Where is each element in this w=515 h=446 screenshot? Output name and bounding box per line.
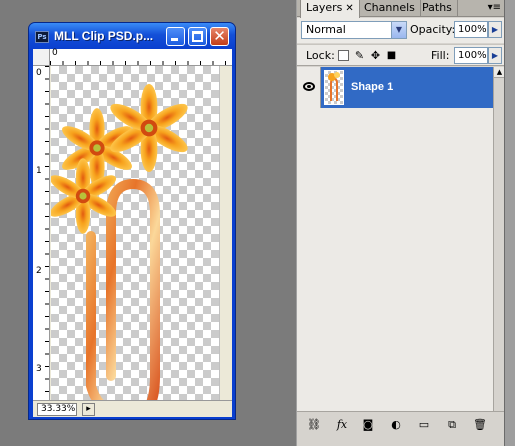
layer-style-icon[interactable]: fx (333, 418, 351, 432)
document-titlebar[interactable]: Ps MLL Clip PSD.p... ✕ (29, 23, 235, 49)
layers-list: Shape 1 (297, 67, 493, 411)
minimize-button[interactable] (166, 27, 185, 46)
eye-icon (303, 82, 315, 91)
tab-layers[interactable]: Layers ✕ (300, 0, 360, 18)
ruler-label-1: 1 (36, 166, 42, 176)
tab-paths-label: Paths (422, 1, 452, 14)
layer-name: Shape 1 (351, 81, 394, 93)
adjustment-layer-icon[interactable]: ◐ (387, 418, 405, 432)
lock-fill-row: Lock: ✎ ✥ ■ Fill: 100% ▶ (297, 44, 505, 66)
fill-slider-button[interactable]: ▶ (488, 47, 502, 64)
panel-menu-icon[interactable]: ▾≡ (488, 2, 501, 14)
chevron-down-icon[interactable]: ▼ (391, 22, 406, 38)
lock-transparency-icon[interactable] (338, 50, 349, 61)
layers-panel: Layers ✕ Channels Paths ▾≡ Normal ▼ Opaci… (296, 0, 505, 446)
lock-position-icon[interactable]: ✥ (370, 50, 381, 61)
photoshop-icon: Ps (35, 31, 49, 43)
panel-tabstrip: Layers ✕ Channels Paths ▾≡ (297, 0, 505, 18)
opacity-slider-button[interactable]: ▶ (488, 21, 502, 38)
layers-bottom-bar: ⛓ fx ◙ ◐ ▭ ⧉ 🗑 (297, 411, 505, 446)
lock-label: Lock: (306, 49, 335, 62)
visibility-toggle[interactable] (297, 67, 321, 108)
ruler-origin[interactable] (33, 49, 50, 66)
document-body: 0 0 1 2 3 33.33% ▸ (33, 48, 232, 417)
close-button[interactable]: ✕ (210, 27, 229, 46)
horizontal-ruler[interactable]: 0 (50, 48, 232, 66)
layer-row[interactable]: Shape 1 (297, 67, 493, 108)
link-layers-icon[interactable]: ⛓ (305, 418, 323, 432)
new-layer-icon[interactable]: ⧉ (443, 418, 461, 432)
maximize-button[interactable] (188, 27, 207, 46)
lock-image-icon[interactable]: ✎ (354, 50, 365, 61)
fill-label: Fill: (431, 49, 450, 62)
add-mask-icon[interactable]: ◙ (359, 418, 377, 432)
horizontal-scrollbar[interactable] (97, 403, 230, 416)
ruler-label-2: 2 (36, 266, 42, 276)
zoom-field[interactable]: 33.33% (37, 403, 77, 416)
status-menu-button[interactable]: ▸ (82, 403, 95, 416)
layer-thumbnail (324, 70, 344, 105)
blend-mode-value: Normal (306, 23, 346, 36)
status-bar: 33.33% ▸ (33, 400, 232, 417)
thumbnail-art (328, 72, 340, 101)
vertical-ruler[interactable]: 0 1 2 3 (33, 66, 50, 400)
blend-mode-select[interactable]: Normal ▼ (301, 21, 407, 39)
tab-close-icon[interactable]: ✕ (345, 3, 353, 14)
blend-opacity-row: Normal ▼ Opacity: 100% ▶ (297, 18, 505, 43)
document-window[interactable]: Ps MLL Clip PSD.p... ✕ 0 0 1 2 3 33.33% … (28, 22, 236, 420)
tab-channels[interactable]: Channels (359, 0, 421, 17)
opacity-field[interactable]: 100% (454, 21, 488, 38)
fill-field[interactable]: 100% (454, 47, 488, 64)
maximize-icon (192, 31, 203, 42)
document-canvas[interactable] (51, 66, 219, 400)
delete-layer-icon[interactable]: 🗑 (471, 418, 489, 432)
close-icon: ✕ (213, 27, 226, 45)
opacity-label: Opacity: (410, 23, 456, 36)
tab-channels-label: Channels (364, 1, 415, 14)
paper-clip-artwork (51, 83, 192, 400)
window-edge (504, 0, 515, 446)
new-group-icon[interactable]: ▭ (415, 418, 433, 432)
ruler-label-0: 0 (36, 68, 42, 78)
minimize-icon (171, 38, 178, 41)
ruler-label-3: 3 (36, 364, 42, 374)
vertical-scrollbar[interactable] (219, 66, 232, 400)
ruler-label-0: 0 (52, 48, 58, 58)
lock-all-icon[interactable]: ■ (386, 50, 397, 61)
tab-paths[interactable]: Paths (417, 0, 458, 17)
document-title: MLL Clip PSD.p... (54, 29, 154, 43)
tab-layers-label: Layers (306, 1, 343, 14)
